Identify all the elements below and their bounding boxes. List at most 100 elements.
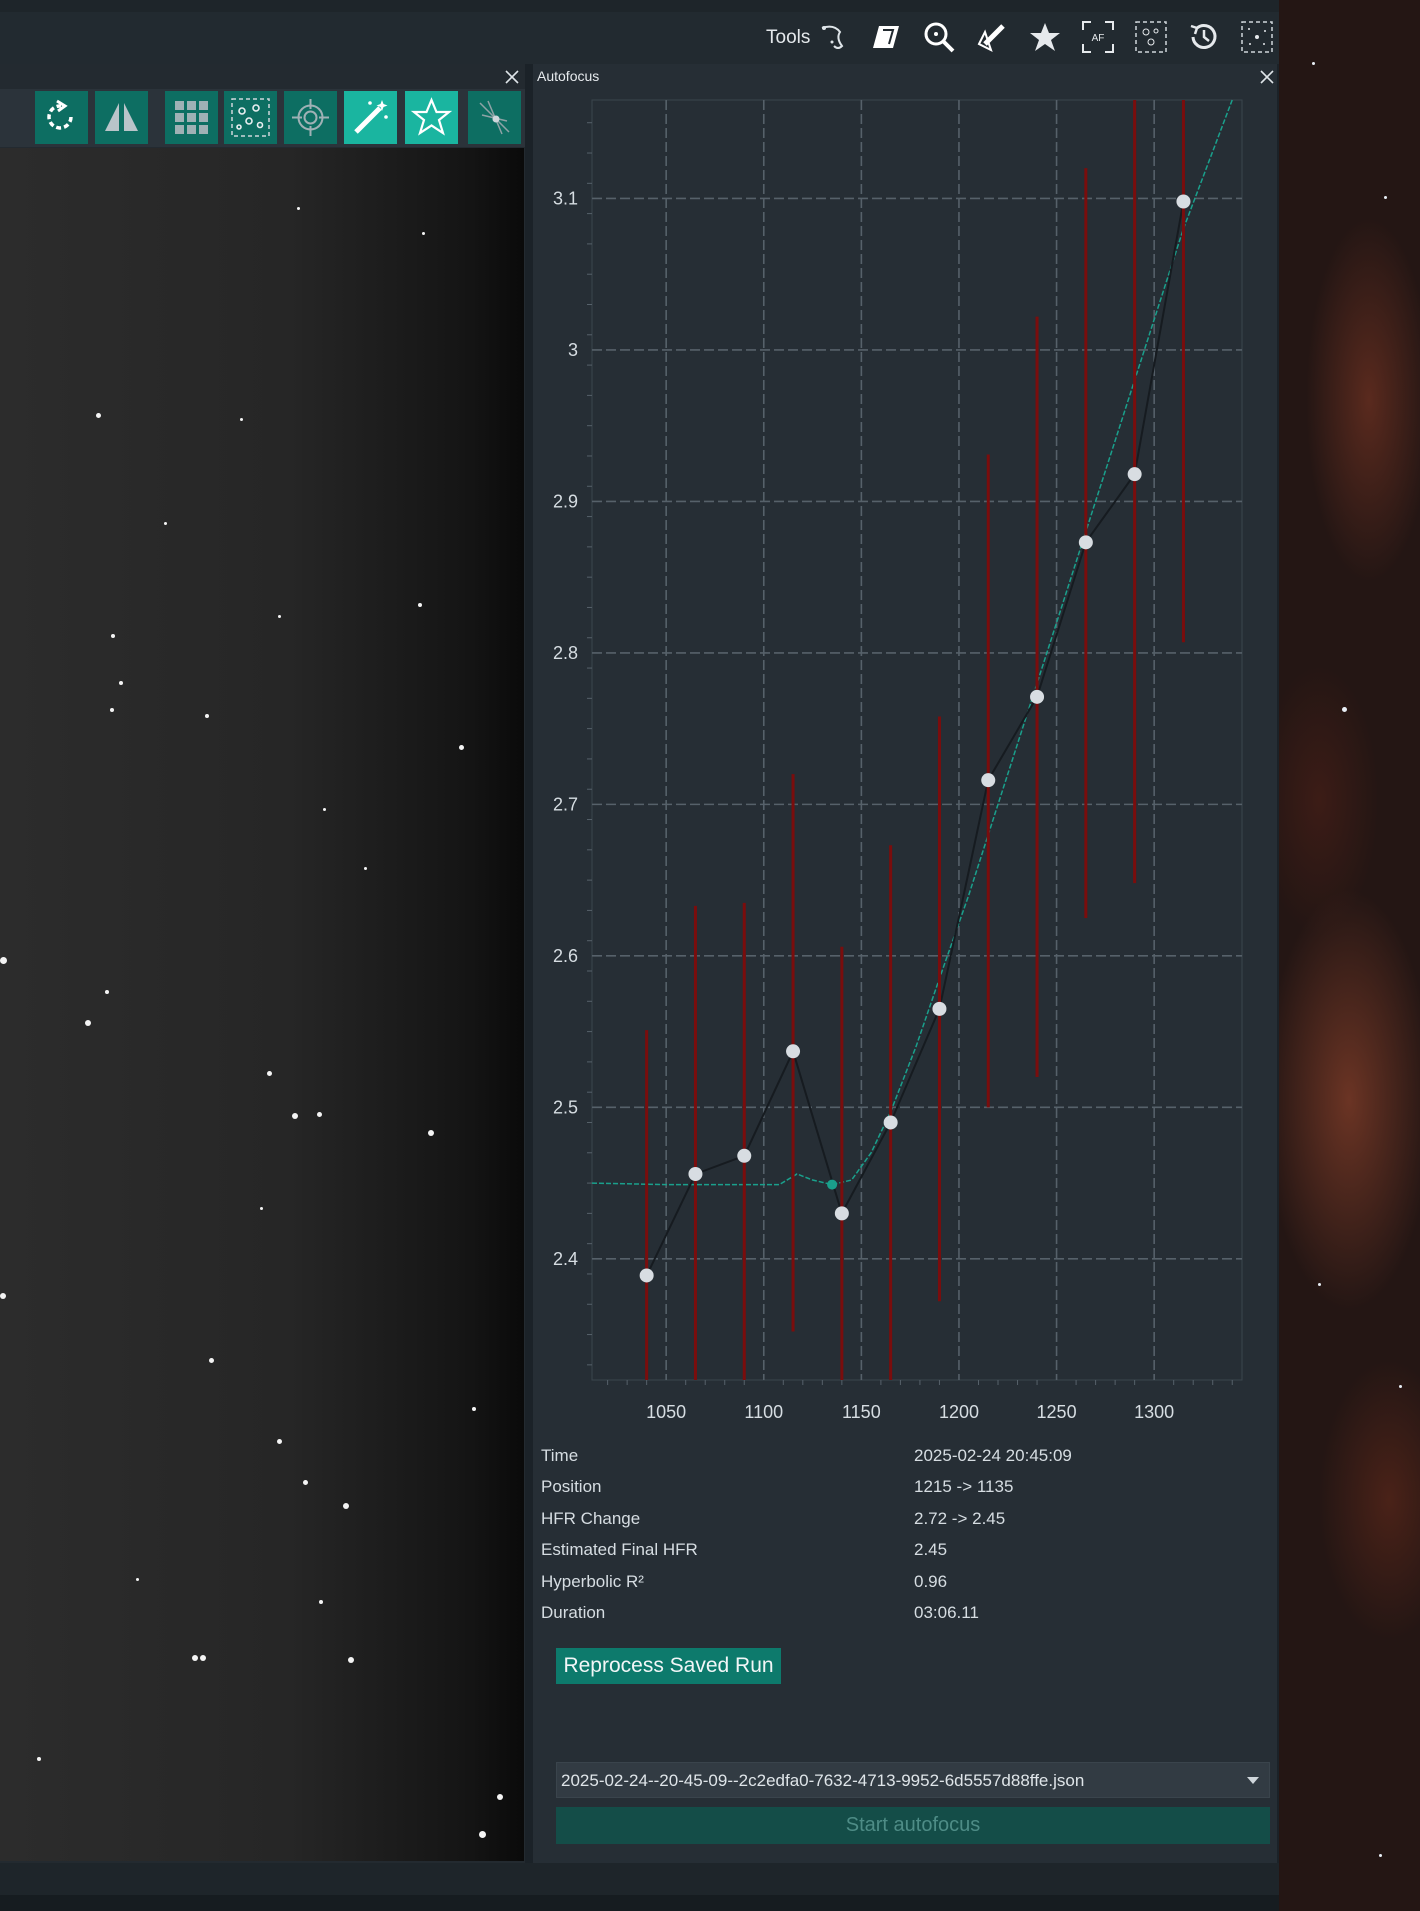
star <box>0 957 7 964</box>
star <box>297 207 300 210</box>
fit-minimum-point <box>827 1179 838 1190</box>
flat-icon <box>479 100 510 135</box>
close-icon[interactable] <box>503 68 521 86</box>
star <box>209 1358 214 1363</box>
start-autofocus-button[interactable]: Start autofocus <box>556 1807 1270 1844</box>
star <box>317 1112 322 1117</box>
star <box>136 1578 139 1581</box>
x-tick-label: 1250 <box>1037 1402 1077 1422</box>
mirror-button[interactable] <box>95 91 148 144</box>
data-point <box>981 773 996 788</box>
star-detect-icon[interactable] <box>1134 20 1168 54</box>
star <box>267 1071 272 1076</box>
dither-icon[interactable] <box>816 20 850 54</box>
stat-label-position: Position <box>541 1477 602 1496</box>
star-outline-button[interactable] <box>405 91 458 144</box>
data-point <box>834 1206 849 1221</box>
telescope-icon[interactable] <box>975 20 1009 54</box>
close-icon[interactable] <box>1258 68 1276 86</box>
grid-icon <box>175 101 208 134</box>
star <box>479 1831 486 1838</box>
stars-button[interactable] <box>224 91 277 144</box>
data-point <box>1030 689 1045 704</box>
star <box>37 1757 41 1761</box>
star <box>260 1207 263 1210</box>
data-point <box>1078 535 1093 550</box>
star <box>1318 1283 1321 1286</box>
magic-wand-icon <box>354 100 388 134</box>
grid-button[interactable] <box>165 91 218 144</box>
autofocus-title: Autofocus <box>537 68 600 84</box>
star <box>200 1655 206 1661</box>
parallelogram-icon[interactable] <box>869 20 903 54</box>
star <box>472 1407 476 1411</box>
star <box>110 708 114 712</box>
y-tick-label: 2.9 <box>553 491 578 511</box>
crosshair-button[interactable] <box>284 91 337 144</box>
nina-window: Tools AF Autofocus 1050 1100 1150 1200 1… <box>0 0 1420 1911</box>
star <box>105 990 109 994</box>
flat-button[interactable] <box>468 91 521 144</box>
star <box>428 1130 434 1136</box>
star <box>1379 1854 1382 1857</box>
x-tick-label: 1050 <box>646 1402 686 1422</box>
star <box>323 808 326 811</box>
stat-label-hfr-change: HFR Change <box>541 1509 641 1528</box>
stat-label-final-hfr: Estimated Final HFR <box>541 1540 698 1559</box>
stat-label-time: Time <box>541 1446 579 1465</box>
data-point <box>932 1001 947 1016</box>
zoom-icon[interactable] <box>922 20 956 54</box>
star-icon[interactable] <box>1028 20 1062 54</box>
star-outline-icon <box>411 97 452 136</box>
star <box>1384 196 1387 199</box>
rotate-icon <box>47 99 73 130</box>
chevron-down-icon <box>1247 1777 1259 1784</box>
data-point <box>737 1148 752 1163</box>
y-tick-label: 2.8 <box>553 643 578 663</box>
star <box>96 413 101 418</box>
crosshair-icon <box>292 99 329 136</box>
x-tick-label: 1300 <box>1134 1402 1174 1422</box>
stars-icon <box>231 98 270 137</box>
data-point <box>639 1268 654 1283</box>
tools-label: Tools <box>766 27 811 48</box>
sky-icon[interactable] <box>1240 20 1274 54</box>
star <box>303 1480 308 1485</box>
stat-label-duration: Duration <box>541 1603 606 1622</box>
star <box>422 232 425 235</box>
x-tick-label: 1150 <box>842 1402 881 1422</box>
star-image[interactable] <box>0 148 524 1861</box>
star <box>1342 707 1347 712</box>
star <box>240 418 243 421</box>
y-tick-label: 3.1 <box>553 188 578 208</box>
reprocess-saved-run-button[interactable]: Reprocess Saved Run <box>556 1648 781 1684</box>
x-tick-label: 1200 <box>939 1402 979 1422</box>
star <box>192 1655 198 1661</box>
y-tick-label: 2.6 <box>553 946 578 966</box>
data-point <box>1127 467 1142 482</box>
autofocus-icon[interactable]: AF <box>1081 20 1115 54</box>
x-tick-label: 1100 <box>744 1402 783 1422</box>
stat-value-hfr-change: 2.72 -> 2.45 <box>914 1509 1006 1528</box>
y-tick-label: 2.4 <box>553 1249 578 1269</box>
history-icon[interactable] <box>1187 20 1221 54</box>
data-point <box>883 1115 898 1130</box>
star <box>278 615 281 618</box>
star <box>319 1600 323 1604</box>
stat-value-position: 1215 -> 1135 <box>914 1477 1014 1496</box>
svg-text:AF: AF <box>1092 33 1105 44</box>
stat-label-r-squared: Hyperbolic R² <box>541 1572 644 1591</box>
star <box>343 1503 349 1509</box>
magic-wand-button[interactable] <box>344 91 397 144</box>
y-tick-label: 2.5 <box>553 1097 578 1117</box>
star <box>119 681 123 685</box>
stat-value-r-squared: 0.96 <box>914 1572 948 1591</box>
star <box>0 1293 6 1299</box>
y-tick-label: 2.7 <box>553 794 578 814</box>
rotate-button[interactable] <box>35 91 88 144</box>
saved-run-select[interactable]: 2025-02-24--20-45-09--2c2edfa0-7632-4713… <box>556 1762 1270 1798</box>
y-tick-label: 3 <box>568 340 578 360</box>
stat-value-final-hfr: 2.45 <box>914 1540 948 1559</box>
star <box>364 867 367 870</box>
star <box>418 603 422 607</box>
